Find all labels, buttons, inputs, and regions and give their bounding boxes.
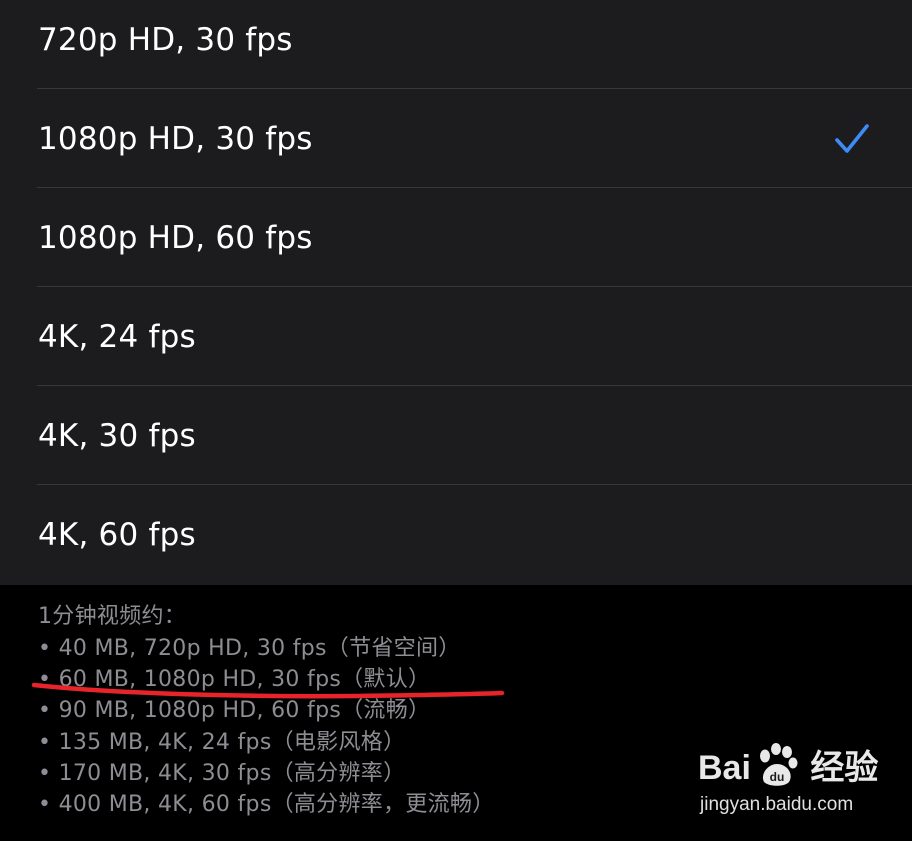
option-label: 4K, 24 fps <box>38 318 196 355</box>
option-4k-30fps[interactable]: 4K, 30 fps <box>0 386 912 485</box>
watermark-url: jingyan.baidu.com <box>700 794 854 815</box>
video-format-settings-screen: 720p HD, 30 fps 1080p HD, 30 fps 1080p H… <box>0 0 912 841</box>
footer-line: • 40 MB, 720p HD, 30 fps（节省空间） <box>38 636 461 661</box>
option-720p-30fps[interactable]: 720p HD, 30 fps <box>0 0 912 89</box>
baidu-jingyan-watermark: du Bai 经验 jingyan.baidu.com <box>698 740 878 826</box>
watermark-brand: Bai 经验 <box>698 749 879 787</box>
option-label: 4K, 30 fps <box>38 417 196 454</box>
option-label: 720p HD, 30 fps <box>38 21 293 58</box>
option-1080p-30fps[interactable]: 1080p HD, 30 fps <box>0 89 912 188</box>
checkmark-icon <box>835 123 869 153</box>
option-4k-24fps[interactable]: 4K, 24 fps <box>0 287 912 386</box>
footer-line: • 135 MB, 4K, 24 fps（电影风格） <box>38 730 406 755</box>
footer-line: • 60 MB, 1080p HD, 30 fps（默认） <box>38 667 431 692</box>
option-label: 4K, 60 fps <box>38 517 196 553</box>
video-format-options-list: 720p HD, 30 fps 1080p HD, 30 fps 1080p H… <box>0 0 912 585</box>
footer-heading: 1分钟视频约： <box>38 604 187 629</box>
option-4k-60fps[interactable]: 4K, 60 fps <box>0 485 912 585</box>
footer-line: • 170 MB, 4K, 30 fps（高分辨率） <box>38 761 406 786</box>
footer-line: • 90 MB, 1080p HD, 60 fps（流畅） <box>38 698 431 723</box>
footer-line: • 400 MB, 4K, 60 fps（高分辨率，更流畅） <box>38 792 495 817</box>
option-label: 1080p HD, 30 fps <box>38 120 313 157</box>
option-label: 1080p HD, 60 fps <box>38 219 313 256</box>
option-1080p-60fps[interactable]: 1080p HD, 60 fps <box>0 188 912 287</box>
